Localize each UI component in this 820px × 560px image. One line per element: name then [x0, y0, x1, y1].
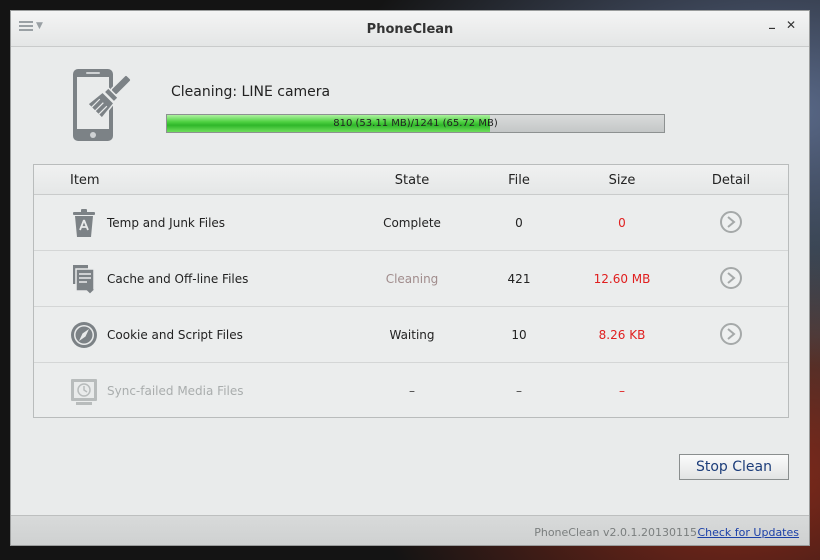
cleaning-status-label: Cleaning: LINE camera [171, 84, 331, 100]
app-window: ▼ PhoneClean _ ✕ Cleaning: LINE camera 8… [10, 10, 810, 546]
cleaning-progress-bar: 810 (53.11 MB)/1241 (65.72 MB) [166, 114, 665, 133]
title-bar: ▼ PhoneClean _ ✕ [11, 11, 809, 47]
header-file: File [508, 173, 530, 188]
row-size: 8.26 KB [598, 328, 646, 342]
media-sync-icon [71, 379, 97, 405]
header-size: Size [608, 173, 636, 188]
progress-text: 810 (53.11 MB)/1241 (65.72 MB) [333, 118, 498, 129]
close-button[interactable]: ✕ [786, 18, 796, 32]
chevron-right-icon [727, 216, 736, 228]
minimize-button[interactable]: _ [769, 15, 775, 29]
clean-items-table: Item State File Size Detail Temp and Jun… [33, 164, 789, 418]
header-item: Item [70, 173, 100, 188]
row-file-count: 0 [515, 216, 523, 230]
row-name: Sync-failed Media Files [107, 384, 244, 398]
row-name: Cookie and Script Files [107, 328, 243, 342]
chevron-right-icon [727, 272, 736, 284]
document-icon [73, 265, 95, 294]
detail-button[interactable] [720, 323, 742, 345]
row-state: Cleaning [385, 272, 439, 286]
row-file-count: 10 [511, 328, 527, 342]
row-state: – [409, 384, 415, 398]
row-file-count: – [516, 384, 522, 398]
table-row: Cookie and Script Files Waiting 10 8.26 … [34, 307, 788, 363]
detail-button[interactable] [720, 211, 742, 233]
stop-clean-button[interactable]: Stop Clean [679, 454, 789, 480]
row-size: 12.60 MB [593, 272, 651, 286]
table-row: Temp and Junk Files Complete 0 0 [34, 195, 788, 251]
window-title: PhoneClean [366, 22, 454, 37]
table-header: Item State File Size Detail [34, 165, 788, 195]
check-updates-link[interactable]: Check for Updates [697, 526, 799, 539]
compass-icon [71, 322, 97, 348]
row-file-count: 421 [507, 272, 531, 286]
row-size: 0 [618, 216, 626, 230]
table-row: Sync-failed Media Files – – – [34, 363, 788, 419]
header-detail: Detail [711, 173, 751, 188]
detail-button[interactable] [720, 267, 742, 289]
phone-clean-icon [73, 69, 132, 141]
row-state: Waiting [389, 328, 435, 342]
row-state: Complete [383, 216, 441, 230]
row-size: – [619, 384, 625, 398]
row-name: Temp and Junk Files [107, 216, 226, 230]
table-row: Cache and Off-line Files Cleaning 421 12… [34, 251, 788, 307]
status-bar: PhoneClean v2.0.1.20130115 Check for Upd… [11, 515, 809, 545]
version-label: PhoneClean v2.0.1.20130115 [534, 526, 697, 539]
row-name: Cache and Off-line Files [107, 272, 249, 286]
trash-icon [73, 209, 95, 237]
chevron-right-icon [727, 328, 736, 340]
header-state: State [394, 173, 430, 188]
